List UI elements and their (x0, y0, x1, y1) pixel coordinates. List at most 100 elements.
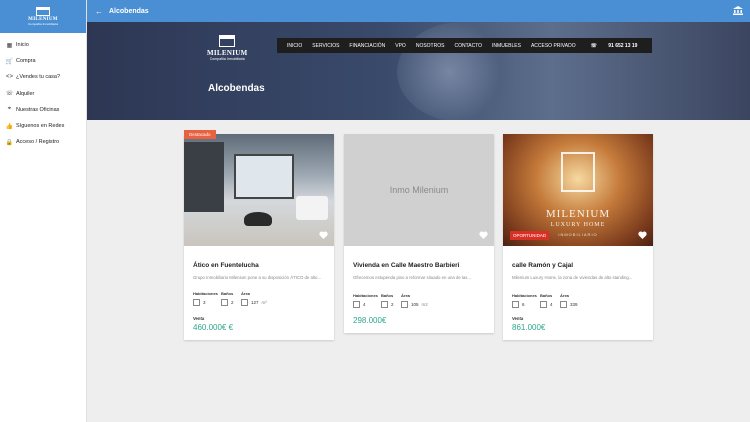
sidebar-logo[interactable]: MILENIUM Compañía Inmobiliaria (28, 7, 58, 26)
photo-window-frame (184, 142, 224, 212)
price: 460.000€ € (193, 323, 234, 332)
bathrooms-label: Baños (221, 291, 234, 296)
sidebar-item-vendes[interactable]: <> ¿Vendes tu casa? (0, 69, 86, 85)
page-title: Alcobendas (109, 7, 149, 15)
cart-icon: 🛒 (5, 58, 14, 65)
sidebar-item-label: Síguenos en Redes (16, 123, 65, 130)
bath-icon (221, 299, 228, 306)
property-photo[interactable]: Inmo Milenium (344, 134, 494, 246)
sidebar-item-label: Inicio (16, 42, 29, 49)
bathrooms-label: Baños (540, 293, 553, 298)
property-photo[interactable]: MILENIUM LUXURY HOME INMOBILIARIO OPORTU… (503, 134, 653, 246)
heart-icon[interactable] (318, 230, 328, 240)
photo-window (234, 154, 294, 199)
bathrooms-value: 2 (391, 302, 394, 307)
rooms-value: 4 (363, 302, 366, 307)
area-icon (241, 299, 248, 306)
sidebar-item-label: Acceso / Registro (16, 139, 60, 146)
photo-chair (244, 212, 272, 226)
property-card[interactable]: Inmo Milenium Vivienda en Calle Maestro … (344, 134, 494, 333)
nav-financiacion[interactable]: FINANCIACIÓN (349, 43, 385, 49)
nav-inmuebles[interactable]: INMUEBLES (492, 43, 521, 49)
photo-sofa (296, 196, 328, 220)
card-title[interactable]: Vivienda en Calle Maestro Barbieri (353, 262, 494, 269)
nav-phone[interactable]: ☏ 91 652 13 19 (586, 43, 643, 49)
opportunity-badge: OPORTUNIDAD (510, 231, 550, 240)
features-values: 6 4 339 (512, 301, 653, 308)
hero-logo-sub: Compañía Inmobiliaria (209, 57, 245, 61)
features-values: 4 2 105 m2 (353, 301, 494, 308)
card-description: Milenium Luxury Home, la zona de viviend… (512, 275, 633, 280)
nav-contacto[interactable]: CONTACTO (454, 43, 482, 49)
lock-icon: 🔒 (5, 139, 14, 146)
area-value: 105 (411, 302, 419, 307)
sidebar-header: MILENIUM Compañía Inmobiliaria (0, 0, 86, 33)
arrow-left-icon[interactable]: ← (95, 7, 105, 16)
building-icon (35, 7, 50, 16)
heart-icon[interactable] (478, 230, 488, 240)
area-label: Área (401, 293, 410, 298)
sale-label: Venta (193, 316, 205, 321)
area-unit: m2 (421, 302, 428, 307)
hero-nav: INICIO SERVICIOS FINANCIACIÓN VPO NOSOTR… (277, 38, 653, 53)
hero-title: Alcobendas (208, 83, 265, 94)
heart-icon[interactable] (637, 230, 647, 240)
placeholder-text: Inmo Milenium (389, 185, 449, 195)
featured-ribbon: Destacado (184, 130, 216, 139)
overlay-logo-frame (561, 152, 595, 192)
sidebar: MILENIUM Compañía Inmobiliaria ▦ Inicio 🛒… (0, 0, 87, 422)
bed-icon (193, 299, 200, 306)
hero-logo-title: MILENIUM (207, 49, 248, 57)
hero-banner: MILENIUM Compañía Inmobiliaria INICIO SE… (87, 22, 750, 120)
features-header: Habitaciones Baños Área (353, 293, 494, 298)
grid-icon: ▦ (6, 42, 13, 49)
building-icon (219, 35, 236, 47)
sidebar-item-inicio[interactable]: ▦ Inicio (0, 37, 86, 53)
rooms-label: Habitaciones (512, 293, 537, 298)
card-title[interactable]: calle Ramón y Cajal (512, 262, 653, 269)
sidebar-item-label: Nuestras Oficinas (16, 106, 60, 113)
card-title[interactable]: Ático en Fuentelucha (193, 262, 334, 269)
hero-background-shape (397, 22, 527, 120)
sidebar-item-alquiler[interactable]: ☏ Alquiler (0, 86, 86, 102)
sidebar-item-compra[interactable]: 🛒 Compra (0, 53, 86, 69)
nav-inicio[interactable]: INICIO (287, 43, 302, 49)
card-description: Grupo Inmobiliario Milenium pone a su di… (193, 275, 322, 280)
price: 861.000€ (512, 323, 546, 332)
rooms-label: Habitaciones (193, 291, 218, 296)
sidebar-item-acceso[interactable]: 🔒 Acceso / Registro (0, 134, 86, 150)
nav-servicios[interactable]: SERVICIOS (312, 43, 339, 49)
sidebar-item-label: Alquiler (16, 90, 35, 97)
nav-nosotros[interactable]: NOSOTROS (416, 43, 445, 49)
area-value: 339 (570, 302, 578, 307)
rooms-value: 6 (522, 302, 525, 307)
property-card[interactable]: Destacado Ático en Fuentelucha Grupo Inm… (184, 130, 334, 340)
location-icon: ⌖ (7, 106, 12, 113)
area-label: Área (241, 291, 250, 296)
features-values: 3 2 127 m² (193, 299, 334, 306)
sidebar-item-oficinas[interactable]: ⌖ Nuestras Oficinas (0, 102, 86, 118)
sidebar-item-redes[interactable]: 👍 Síguenos en Redes (0, 118, 86, 134)
bed-icon (353, 301, 360, 308)
bank-icon[interactable] (732, 4, 744, 16)
code-icon: <> (6, 74, 14, 81)
area-icon (401, 301, 408, 308)
bathrooms-value: 2 (231, 300, 234, 305)
area-unit: m² (261, 300, 267, 305)
sidebar-menu: ▦ Inicio 🛒 Compra <> ¿Vendes tu casa? ☏ Alqu… (0, 33, 86, 150)
phone-number: 91 652 13 19 (608, 42, 638, 49)
rooms-label: Habitaciones (353, 293, 378, 298)
features-header: Habitaciones Baños Área (512, 293, 653, 298)
rooms-value: 3 (203, 300, 206, 305)
hero-logo[interactable]: MILENIUM Compañía Inmobiliaria (207, 35, 248, 61)
nav-acceso-privado[interactable]: ACCESO PRIVADO (531, 43, 576, 49)
property-card[interactable]: MILENIUM LUXURY HOME INMOBILIARIO OPORTU… (503, 134, 653, 340)
property-photo[interactable] (184, 134, 334, 246)
bathrooms-value: 4 (550, 302, 553, 307)
nav-vpo[interactable]: VPO (395, 43, 406, 49)
top-app-bar: ← Alcobendas (87, 0, 750, 22)
bed-icon (512, 301, 519, 308)
bath-icon (540, 301, 547, 308)
phone-icon: ☏ (5, 91, 14, 98)
sale-label: Venta (512, 316, 524, 321)
